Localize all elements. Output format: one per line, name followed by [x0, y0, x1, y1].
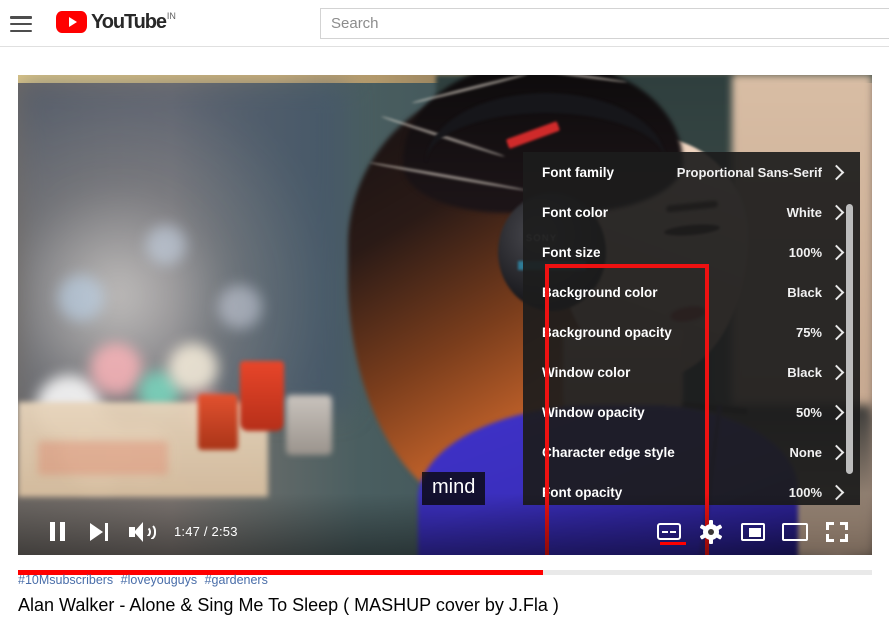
youtube-header: YouTube IN Search	[0, 0, 889, 47]
bokeh-light	[58, 275, 104, 321]
menu-item-value: Black	[787, 364, 822, 380]
youtube-logo[interactable]: YouTube IN	[56, 11, 176, 35]
red-cup	[198, 394, 238, 450]
menu-item-value: 75%	[795, 324, 822, 340]
chevron-right-icon	[828, 444, 845, 460]
menu-item-label: Font color	[542, 204, 608, 220]
video-hashtags: #10Msubscribers #loveyouguys #gardeners	[18, 572, 878, 588]
chevron-right-icon	[828, 324, 845, 340]
menu-scrollbar-thumb[interactable]	[846, 204, 853, 474]
menu-scrollbar[interactable]	[846, 152, 853, 505]
volume-button[interactable]	[120, 511, 162, 553]
search-input[interactable]: Search	[320, 8, 889, 39]
menu-item-background-color[interactable]: Background color Black	[523, 272, 860, 312]
pause-button[interactable]	[36, 511, 78, 553]
menu-item-window-opacity[interactable]: Window opacity 50%	[523, 392, 860, 432]
menu-item-value: Black	[787, 284, 822, 300]
settings-button[interactable]	[690, 511, 732, 553]
video-meta: #10Msubscribers #loveyouguys #gardeners …	[18, 572, 878, 618]
player-controls-left: 1:47 / 2:53	[18, 511, 238, 553]
hamburger-bar	[10, 16, 32, 19]
time-display: 1:47 / 2:53	[174, 524, 238, 539]
menu-item-window-color[interactable]: Window color Black	[523, 352, 860, 392]
menu-item-value: White	[786, 204, 822, 220]
youtube-logo-country: IN	[166, 11, 176, 21]
play-button-icon	[56, 11, 87, 33]
player-controls-right	[648, 511, 858, 553]
closed-captions-icon	[657, 523, 686, 545]
menu-item-label: Font family	[542, 164, 615, 180]
theater-mode-icon	[782, 522, 808, 541]
hashtag-link[interactable]: #gardeners	[205, 573, 268, 587]
subtitles-cc-button[interactable]	[648, 511, 690, 553]
next-icon	[90, 522, 108, 541]
bokeh-light	[146, 225, 186, 265]
menu-item-label: Background color	[542, 284, 658, 300]
menu-item-label: Character edge style	[542, 444, 675, 460]
menu-item-value: None	[789, 444, 823, 460]
chevron-right-icon	[828, 244, 845, 260]
search-placeholder: Search	[331, 15, 379, 32]
chevron-right-icon	[828, 364, 845, 380]
cc-active-underline	[660, 542, 686, 545]
chevron-right-icon	[828, 404, 845, 420]
volume-icon	[129, 521, 156, 542]
menu-item-character-edge-style[interactable]: Character edge style None	[523, 432, 860, 472]
chevron-right-icon	[828, 204, 845, 220]
captions-settings-menu[interactable]: Font family Proportional Sans-Serif Font…	[523, 152, 860, 505]
menu-item-font-family[interactable]: Font family Proportional Sans-Serif	[523, 152, 860, 192]
hamburger-bar	[10, 22, 32, 26]
menu-item-label: Window color	[542, 364, 631, 380]
fullscreen-button[interactable]	[816, 511, 858, 553]
youtube-logo-text: YouTube	[91, 11, 167, 33]
red-cup	[240, 361, 284, 431]
youtube-page: YouTube IN Search mind Font family Propo…	[0, 0, 889, 622]
play-triangle-icon	[68, 17, 77, 27]
chevron-right-icon	[828, 284, 845, 300]
menu-item-font-color[interactable]: Font color White	[523, 192, 860, 232]
hamburger-icon[interactable]	[10, 14, 34, 34]
shelf-label	[38, 441, 168, 475]
hashtag-link[interactable]: #loveyouguys	[121, 573, 197, 587]
bokeh-light	[90, 343, 142, 395]
gear-icon	[699, 519, 723, 544]
video-player[interactable]: SONY mind Font family Proportional Sans-…	[18, 75, 872, 555]
hashtag-link[interactable]: #10Msubscribers	[18, 573, 113, 587]
menu-item-value: 100%	[788, 244, 822, 260]
next-video-button[interactable]	[78, 511, 120, 553]
menu-item-background-opacity[interactable]: Background opacity 75%	[523, 312, 860, 352]
theater-mode-button[interactable]	[774, 511, 816, 553]
hamburger-bar	[10, 29, 32, 32]
pause-icon	[49, 522, 65, 541]
menu-item-label: Window opacity	[542, 404, 645, 420]
bokeh-light	[168, 343, 218, 393]
chevron-right-icon	[828, 164, 845, 180]
bokeh-light	[218, 285, 262, 329]
menu-item-value: 50%	[795, 404, 822, 420]
miniplayer-button[interactable]	[732, 511, 774, 553]
menu-item-label: Font size	[542, 244, 601, 260]
gray-cup	[286, 395, 332, 455]
player-controls: 1:47 / 2:53	[18, 508, 872, 555]
miniplayer-icon	[741, 522, 765, 541]
menu-item-label: Background opacity	[542, 324, 672, 340]
menu-item-font-size[interactable]: Font size 100%	[523, 232, 860, 272]
fullscreen-icon	[826, 521, 848, 542]
video-title: Alan Walker - Alone & Sing Me To Sleep (…	[18, 595, 559, 615]
menu-item-value: Proportional Sans-Serif	[676, 164, 822, 180]
